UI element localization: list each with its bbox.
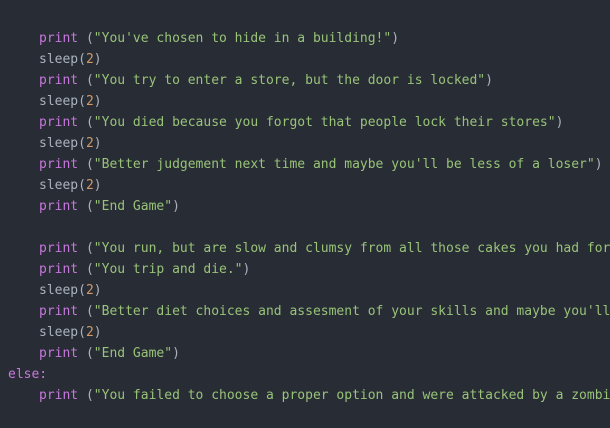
code-line-print: print ("You failed to choose a proper op…	[0, 385, 610, 406]
close-paren: )	[594, 157, 603, 172]
open-paren: (	[78, 52, 86, 67]
close-paren: )	[485, 73, 493, 88]
print-keyword: print	[39, 388, 79, 403]
code-line-sleep: sleep(2)	[0, 175, 610, 196]
code-line-print: print ("End Game")	[0, 196, 610, 217]
close-paren: )	[93, 283, 102, 298]
sleep-arg: 2	[85, 283, 94, 298]
code-line-if: if cityChoice == 1:	[0, 7, 610, 28]
open-paren: (	[85, 31, 94, 46]
code-line-print: print ("You run, but are slow and clumsy…	[0, 238, 610, 259]
open-paren: (	[85, 73, 94, 88]
close-paren: )	[555, 115, 564, 130]
print-keyword: print	[39, 262, 79, 277]
sleep-call: sleep	[39, 94, 79, 109]
string-literal: "You died because you forgot that people…	[93, 115, 556, 130]
sleep-arg: 2	[85, 136, 94, 151]
code-line-print: print ("You try to enter a store, but th…	[0, 70, 610, 91]
print-keyword: print	[39, 73, 79, 88]
string-literal: "You trip and die."	[93, 262, 243, 277]
open-paren: (	[85, 157, 94, 172]
code-line-sleep: sleep(2)	[0, 280, 610, 301]
code-line-elif: elif cityChoice == 2:	[0, 217, 610, 238]
open-paren: (	[85, 199, 94, 214]
open-paren: (	[85, 241, 94, 256]
code-line-print: print ("You died because you forgot that…	[0, 112, 610, 133]
print-keyword: print	[39, 31, 79, 46]
string-literal: "You run, but are slow and clumsy from a…	[93, 241, 610, 256]
code-line-sleep: sleep(2)	[0, 91, 610, 112]
code-line-print: print ("You trip and die.")	[0, 259, 610, 280]
open-paren: (	[78, 94, 86, 109]
code-line-sleep: sleep(2)	[0, 133, 610, 154]
sleep-call: sleep	[39, 178, 79, 193]
open-paren: (	[78, 178, 86, 193]
close-paren: )	[93, 136, 102, 151]
string-literal: "End Game"	[93, 346, 173, 361]
code-line-else: else:	[0, 364, 610, 385]
print-keyword: print	[39, 157, 79, 172]
open-paren: (	[78, 325, 86, 340]
print-keyword: print	[39, 241, 79, 256]
sleep-call: sleep	[39, 325, 79, 340]
print-keyword: print	[39, 115, 79, 130]
open-paren: (	[78, 136, 86, 151]
sleep-arg: 2	[85, 178, 94, 193]
close-paren: )	[93, 94, 102, 109]
string-literal: "End Game"	[93, 199, 173, 214]
code-line-print: print ("Better diet choices and assesmen…	[0, 301, 610, 322]
close-paren: )	[391, 31, 400, 46]
sleep-arg: 2	[85, 325, 94, 340]
string-literal: "You've chosen to hide in a building!"	[93, 31, 392, 46]
close-paren: )	[93, 325, 102, 340]
close-paren: )	[172, 346, 180, 361]
string-literal: "You failed to choose a proper option an…	[93, 388, 610, 403]
close-paren: )	[93, 178, 102, 193]
code-editor[interactable]: if cityChoice == 1: print ("You've chose…	[0, 0, 610, 428]
print-keyword: print	[39, 346, 79, 361]
print-keyword: print	[39, 304, 79, 319]
keyword-else: else:	[8, 367, 48, 382]
code-line-print: print ("You've chosen to hide in a build…	[0, 28, 610, 49]
close-paren: )	[242, 262, 251, 277]
close-paren: )	[93, 52, 102, 67]
sleep-arg: 2	[85, 94, 94, 109]
string-literal: "You try to enter a store, but the door …	[93, 73, 486, 88]
open-paren: (	[85, 346, 94, 361]
open-paren: (	[85, 304, 94, 319]
open-paren: (	[85, 388, 94, 403]
sleep-call: sleep	[39, 52, 79, 67]
string-literal: "Better judgement next time and maybe yo…	[93, 157, 595, 172]
open-paren: (	[78, 283, 86, 298]
code-line-sleep: sleep(2)	[0, 49, 610, 70]
close-paren: )	[172, 199, 180, 214]
sleep-call: sleep	[39, 136, 79, 151]
code-line-sleep: sleep(2)	[0, 322, 610, 343]
code-line-print: print ("Better judgement next time and m…	[0, 154, 610, 175]
string-literal: "Better diet choices and assesment of yo…	[93, 304, 610, 319]
sleep-arg: 2	[85, 52, 94, 67]
code-line-print: print ("End Game")	[0, 343, 610, 364]
sleep-call: sleep	[39, 283, 79, 298]
print-keyword: print	[39, 199, 79, 214]
open-paren: (	[85, 262, 94, 277]
open-paren: (	[85, 115, 94, 130]
